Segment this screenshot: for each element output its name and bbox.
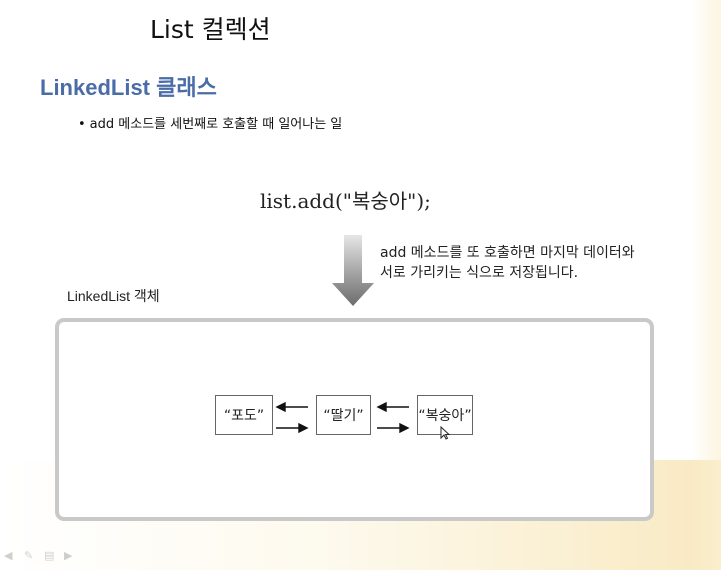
prev-icon[interactable]: ◀ [4, 550, 16, 561]
slide-title: List 컬렉션 [150, 15, 271, 44]
node-grape: “포도” [215, 395, 273, 435]
slide-nav-bar: ◀ ✎ ▤ ▶ [4, 550, 76, 561]
bullet-item: • add 메소드를 세번째로 호출할 때 일어나는 일 [78, 113, 342, 132]
note-line-2: 서로 가리키는 식으로 저장됩니다. [380, 265, 579, 281]
node-strawberry: “딸기” [316, 395, 371, 435]
code-line: list.add("복숭아"); [260, 189, 431, 213]
mouse-cursor-icon [440, 426, 450, 440]
explanation-note: add 메소드를 또 호출하면 마지막 데이터와 서로 가리키는 식으로 저장됩… [380, 243, 635, 283]
object-label: LinkedList 객체 [67, 288, 160, 304]
bullet-text: add 메소드를 세번째로 호출할 때 일어나는 일 [89, 117, 343, 132]
menu-icon[interactable]: ▤ [44, 550, 56, 561]
note-line-1: add 메소드를 또 호출하면 마지막 데이터와 [380, 245, 635, 261]
section-title: LinkedList 클래스 [40, 75, 217, 100]
down-arrow-icon [332, 235, 374, 306]
next-icon[interactable]: ▶ [64, 550, 76, 561]
bullet-dot: • [78, 117, 86, 132]
background-side-glow [691, 0, 721, 570]
pen-icon[interactable]: ✎ [24, 550, 36, 561]
